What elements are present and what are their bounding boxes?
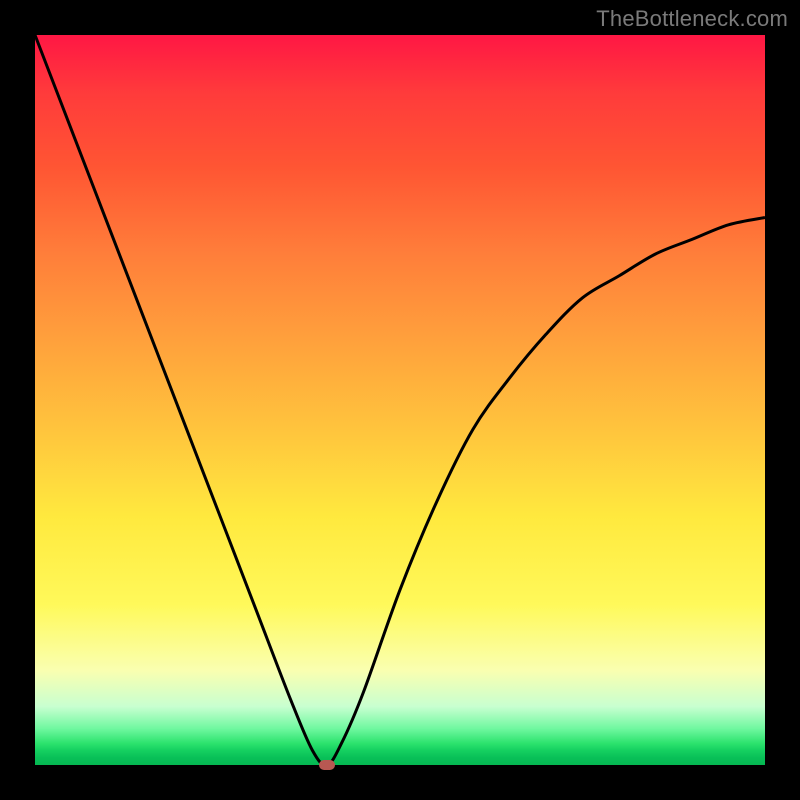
curve-svg [35,35,765,765]
plot-area [35,35,765,765]
bottleneck-curve-path [35,35,765,765]
optimal-point-marker [319,760,335,770]
chart-frame: TheBottleneck.com [0,0,800,800]
watermark-text: TheBottleneck.com [596,6,788,32]
